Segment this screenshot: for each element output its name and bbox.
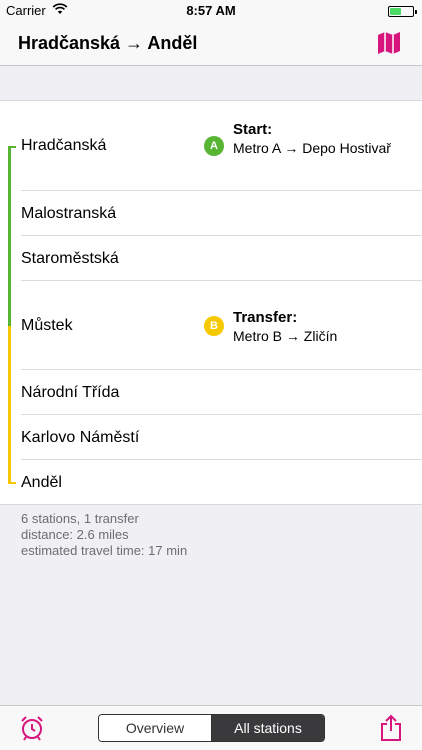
line-b-badge: B — [204, 316, 224, 336]
station-name: Hradčanská — [21, 137, 107, 154]
list-item[interactable]: Karlovo Náměstí — [0, 415, 422, 460]
start-note: Start: Metro A → Depo Hostivař — [233, 121, 413, 157]
tab-overview[interactable]: Overview — [99, 715, 211, 741]
start-detail: Metro A → Depo Hostivař — [233, 140, 391, 156]
transfer-detail: Metro B → Zličín — [233, 328, 338, 344]
status-bar: Carrier 8:57 AM — [0, 0, 422, 22]
clock: 8:57 AM — [186, 3, 236, 18]
list-item[interactable]: Malostranská — [0, 191, 422, 236]
station-name: Staroměstská — [21, 250, 119, 267]
alarm-clock-icon[interactable] — [20, 715, 44, 741]
list-item[interactable]: Hradčanská A Start: Metro A → Depo Hosti… — [0, 101, 422, 191]
list-item[interactable]: Můstek B Transfer: Metro B → Zličín — [0, 281, 422, 370]
station-name: Malostranská — [21, 205, 117, 222]
tab-all-stations[interactable]: All stations — [211, 715, 324, 741]
bottom-toolbar: Overview All stations — [0, 705, 422, 750]
list-item[interactable]: Anděl — [0, 460, 422, 505]
list-item[interactable]: Národní Třída — [0, 370, 422, 415]
station-name: Můstek — [21, 317, 73, 334]
transfer-title: Transfer: — [233, 309, 298, 326]
station-name: Anděl — [21, 474, 62, 491]
station-name: Karlovo Náměstí — [21, 429, 140, 446]
view-segmented-control[interactable]: Overview All stations — [98, 714, 325, 742]
station-name: Národní Třída — [21, 384, 120, 401]
station-list: Hradčanská A Start: Metro A → Depo Hosti… — [0, 100, 422, 505]
battery-icon — [388, 6, 417, 17]
line-a-badge: A — [204, 136, 224, 156]
transfer-note: Transfer: Metro B → Zličín — [233, 309, 413, 345]
share-icon[interactable] — [380, 714, 402, 742]
travel-time-text: estimated travel time: 17 min — [21, 543, 188, 558]
route-summary: 6 stations, 1 transfer distance: 2.6 mil… — [21, 511, 187, 559]
list-item[interactable]: Staroměstská — [0, 236, 422, 281]
route-title: Hradčanská → Anděl — [18, 33, 198, 53]
start-title: Start: — [233, 121, 273, 138]
distance-text: distance: 2.6 miles — [21, 527, 129, 542]
stations-count: 6 stations, 1 transfer — [21, 511, 139, 526]
navigation-bar: Hradčanská → Anděl — [0, 22, 422, 66]
map-icon[interactable] — [376, 31, 402, 55]
